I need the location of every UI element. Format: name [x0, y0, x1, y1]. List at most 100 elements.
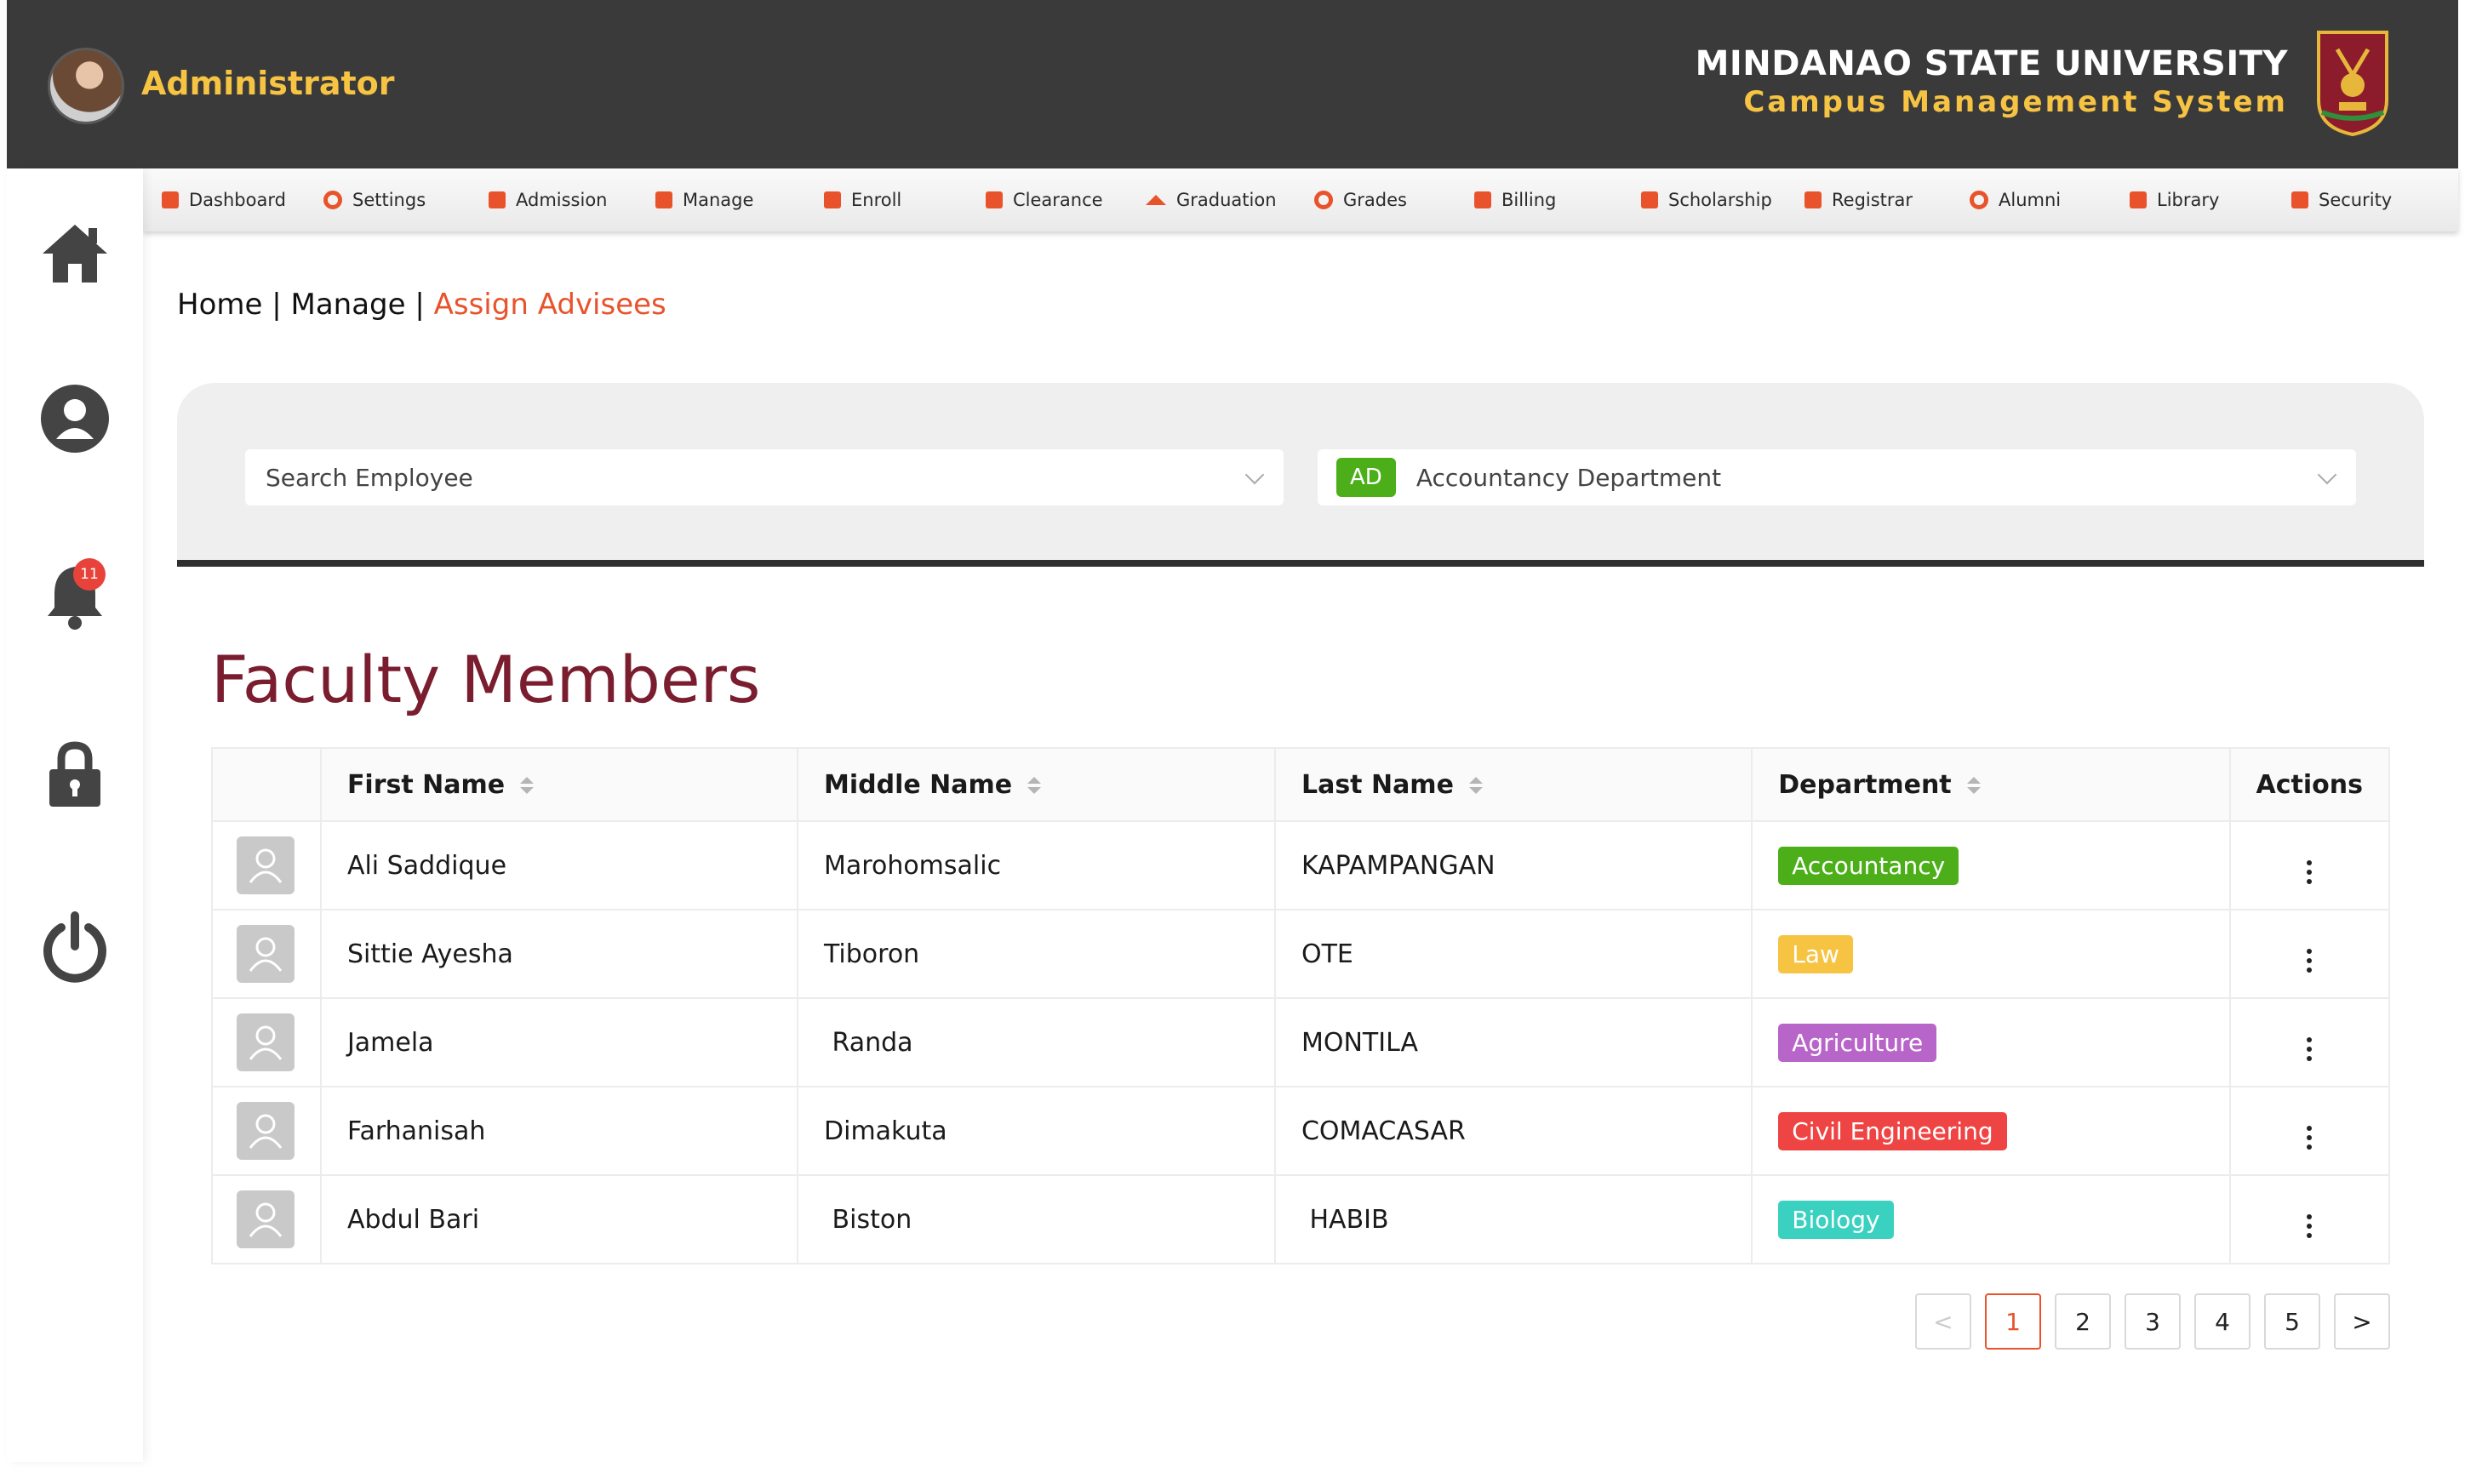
middle-name-cell: Randa — [798, 998, 1276, 1087]
department-cell: Agriculture — [1752, 998, 2231, 1087]
department-select[interactable]: AD Accountancy Department — [1318, 449, 2356, 505]
menu-item-manage[interactable]: Manage — [655, 168, 753, 231]
page-button-3[interactable]: 3 — [2125, 1293, 2181, 1350]
notification-count-badge: 11 — [73, 558, 106, 591]
row-actions-menu-icon[interactable] — [2298, 1032, 2320, 1066]
department-cell: Biology — [1752, 1175, 2231, 1264]
table-row[interactable]: Jamela Randa MONTILA Agriculture — [211, 998, 2390, 1087]
row-actions-menu-icon[interactable] — [2298, 1121, 2320, 1155]
grades-icon — [1314, 191, 1333, 209]
menu-item-library[interactable]: Library — [2130, 168, 2219, 231]
user-placeholder-icon[interactable] — [237, 925, 295, 983]
menu-item-settings[interactable]: Settings — [323, 168, 426, 231]
menu-item-scholarship[interactable]: Scholarship — [1641, 168, 1772, 231]
user-placeholder-icon[interactable] — [237, 1190, 295, 1248]
breadcrumb-home[interactable]: Home — [177, 288, 262, 322]
row-actions-menu-icon[interactable] — [2298, 855, 2320, 889]
dashboard-icon — [162, 191, 179, 208]
last-name-cell: KAPAMPANGAN — [1274, 821, 1753, 910]
power-icon[interactable] — [36, 909, 114, 987]
middle-name-cell: Biston — [798, 1175, 1276, 1264]
menu-item-billing[interactable]: Billing — [1474, 168, 1556, 231]
page-title: Faculty Members — [211, 642, 761, 717]
menu-item-registrar[interactable]: Registrar — [1804, 168, 1913, 231]
row-actions-menu-icon[interactable] — [2298, 944, 2320, 978]
system-name: Campus Management System — [1743, 85, 2288, 119]
graduation-cap-icon — [1146, 195, 1166, 205]
sort-icon[interactable] — [520, 777, 535, 794]
breadcrumb-manage[interactable]: Manage — [290, 288, 405, 322]
last-name-cell: MONTILA — [1274, 998, 1753, 1087]
sort-icon[interactable] — [1468, 777, 1483, 794]
user-placeholder-icon[interactable] — [237, 836, 295, 894]
top-header: Administrator MINDANAO STATE UNIVERSITY … — [7, 0, 2458, 168]
column-header-first-name[interactable]: First Name — [320, 747, 799, 822]
first-name-cell: Abdul Bari — [320, 1175, 799, 1264]
sort-icon[interactable] — [1966, 777, 1981, 794]
page-button-5[interactable]: 5 — [2264, 1293, 2320, 1350]
menu-item-graduation[interactable]: Graduation — [1146, 168, 1277, 231]
admission-icon — [489, 191, 506, 208]
column-label: Department — [1778, 769, 1952, 800]
department-badge: Civil Engineering — [1778, 1111, 2007, 1150]
menu-item-security[interactable]: Security — [2291, 168, 2392, 231]
user-role: Administrator — [141, 65, 395, 102]
user-placeholder-icon[interactable] — [237, 1102, 295, 1160]
department-cell: Accountancy — [1752, 821, 2231, 910]
lock-icon[interactable] — [36, 735, 114, 813]
last-name-cell: COMACASAR — [1274, 1087, 1753, 1176]
table-row[interactable]: Ali Saddique Marohomsalic KAPAMPANGAN Ac… — [211, 821, 2390, 910]
faculty-table: First Name Middle Name Last Name Departm… — [211, 747, 2390, 1264]
chevron-down-icon — [1244, 465, 1265, 485]
next-page-button[interactable]: > — [2334, 1293, 2390, 1350]
pagination: < 1 2 3 4 5 > — [1915, 1293, 2390, 1350]
column-header-last-name[interactable]: Last Name — [1274, 747, 1753, 822]
home-icon[interactable] — [36, 214, 114, 293]
table-row[interactable]: Farhanisah Dimakuta COMACASAR Civil Engi… — [211, 1087, 2390, 1176]
menu-label: Admission — [516, 190, 608, 210]
breadcrumb-separator: | — [405, 288, 434, 322]
row-actions-menu-icon[interactable] — [2298, 1209, 2320, 1243]
menu-label: Settings — [352, 190, 426, 210]
breadcrumb: Home | Manage | Assign Advisees — [177, 288, 666, 322]
enroll-icon — [824, 191, 841, 208]
middle-name-cell: Dimakuta — [798, 1087, 1276, 1176]
menu-item-clearance[interactable]: Clearance — [986, 168, 1103, 231]
university-name: MINDANAO STATE UNIVERSITY — [1695, 44, 2288, 83]
gear-icon — [323, 191, 342, 209]
prev-page-button[interactable]: < — [1915, 1293, 1971, 1350]
table-row[interactable]: Abdul Bari Biston HABIB Biology — [211, 1175, 2390, 1264]
page-button-4[interactable]: 4 — [2194, 1293, 2251, 1350]
breadcrumb-current: Assign Advisees — [433, 288, 666, 322]
notification-bell-button[interactable]: 11 — [36, 555, 114, 633]
registrar-icon — [1804, 191, 1822, 208]
filter-panel: Search Employee AD Accountancy Departmen… — [177, 383, 2424, 567]
menu-item-alumni[interactable]: Alumni — [1970, 168, 2061, 231]
menu-label: Graduation — [1176, 190, 1277, 210]
table-row[interactable]: Sittie Ayesha Tiboron OTE Law — [211, 910, 2390, 999]
menu-item-grades[interactable]: Grades — [1314, 168, 1407, 231]
main-menu-bar: Dashboard Settings Admission Manage Enro… — [143, 168, 2458, 231]
search-employee-select[interactable]: Search Employee — [245, 449, 1284, 505]
menu-label: Library — [2157, 190, 2220, 210]
menu-item-dashboard[interactable]: Dashboard — [162, 168, 286, 231]
page-button-2[interactable]: 2 — [2055, 1293, 2111, 1350]
menu-label: Registrar — [1832, 190, 1913, 210]
university-seal-logo — [2317, 31, 2388, 136]
last-name-cell: HABIB — [1274, 1175, 1753, 1264]
avatar-column-header — [211, 747, 322, 822]
menu-item-enroll[interactable]: Enroll — [824, 168, 901, 231]
column-label: Middle Name — [824, 769, 1013, 800]
user-icon[interactable] — [36, 380, 114, 458]
page-button-1[interactable]: 1 — [1985, 1293, 2041, 1350]
menu-label: Manage — [683, 190, 754, 210]
column-header-department[interactable]: Department — [1752, 747, 2231, 822]
user-avatar[interactable] — [48, 48, 124, 124]
department-badge: Biology — [1778, 1200, 1894, 1239]
security-icon — [2291, 191, 2308, 208]
column-header-middle-name[interactable]: Middle Name — [798, 747, 1276, 822]
user-placeholder-icon[interactable] — [237, 1013, 295, 1071]
menu-label: Scholarship — [1668, 190, 1772, 210]
sort-icon[interactable] — [1027, 777, 1042, 794]
menu-item-admission[interactable]: Admission — [489, 168, 608, 231]
